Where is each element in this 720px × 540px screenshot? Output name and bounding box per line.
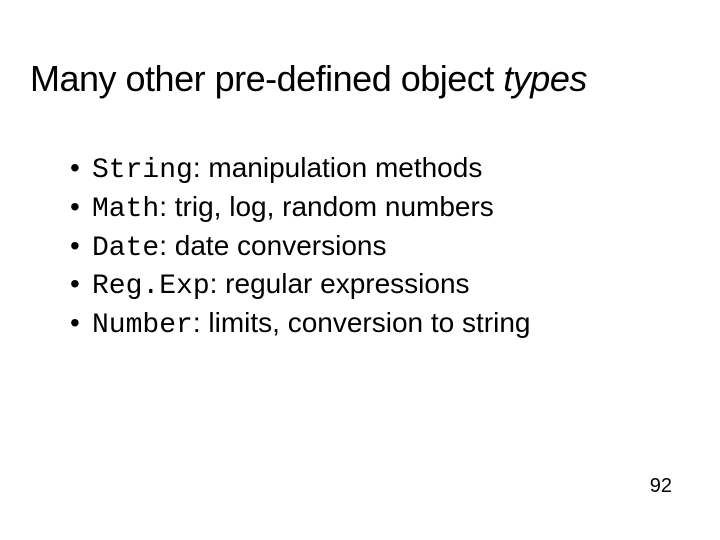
bullet-desc: : regular expressions	[210, 268, 470, 299]
code-term: Date	[92, 233, 159, 264]
code-term: String	[92, 155, 193, 186]
list-item: •Reg.Exp: regular expressions	[70, 266, 680, 305]
bullet-glyph: •	[70, 150, 92, 186]
list-item: •String: manipulation methods	[70, 150, 680, 189]
title-prefix: Many other pre-defined object	[30, 58, 503, 99]
bullet-desc: : manipulation methods	[193, 152, 483, 183]
page-title: Many other pre-defined object types	[30, 58, 700, 100]
bullet-glyph: •	[70, 266, 92, 302]
list-item: •Number: limits, conversion to string	[70, 305, 680, 344]
list-item: •Date: date conversions	[70, 228, 680, 267]
bullet-glyph: •	[70, 305, 92, 341]
bullet-list: •String: manipulation methods •Math: tri…	[70, 150, 680, 344]
list-item: •Math: trig, log, random numbers	[70, 189, 680, 228]
bullet-desc: : trig, log, random numbers	[159, 191, 494, 222]
bullet-glyph: •	[70, 228, 92, 264]
code-term: Reg.Exp	[92, 271, 210, 302]
page-number: 92	[650, 475, 672, 498]
slide: Many other pre-defined object types •Str…	[0, 0, 720, 540]
code-term: Number	[92, 310, 193, 341]
bullet-desc: : date conversions	[159, 230, 386, 261]
code-term: Math	[92, 194, 159, 225]
title-italic: types	[503, 58, 587, 99]
bullet-glyph: •	[70, 189, 92, 225]
bullet-desc: : limits, conversion to string	[193, 307, 531, 338]
